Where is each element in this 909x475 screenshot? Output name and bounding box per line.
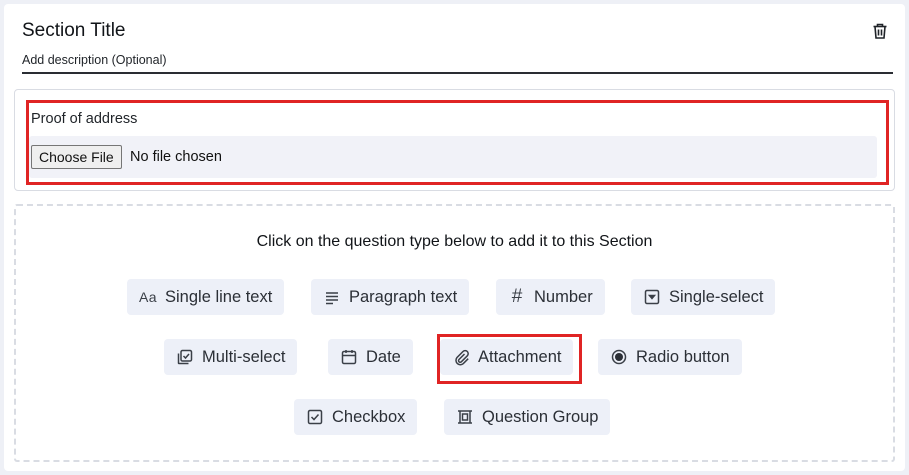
type-radio-button[interactable]: Radio button	[598, 339, 742, 375]
trash-icon[interactable]	[870, 21, 890, 41]
type-number[interactable]: # Number	[496, 279, 605, 315]
question-types-panel: Click on the question type below to add …	[14, 204, 895, 462]
type-label: Single line text	[165, 287, 273, 306]
type-label: Single-select	[669, 287, 764, 306]
file-input-row: Choose File No file chosen	[29, 136, 877, 178]
checkbox-icon	[306, 408, 324, 426]
type-label: Radio button	[636, 347, 730, 366]
multi-check-icon	[176, 348, 194, 366]
aa-text-icon: Aa	[138, 289, 158, 305]
question-label: Proof of address	[31, 111, 138, 127]
type-label: Question Group	[482, 407, 599, 426]
file-status-text: No file chosen	[130, 149, 222, 165]
section-card: Section Title Add description (Optional)…	[4, 4, 905, 471]
type-paragraph-text[interactable]: Paragraph text	[311, 279, 470, 315]
type-label: Multi-select	[202, 347, 286, 366]
description-field[interactable]: Add description (Optional)	[22, 53, 893, 74]
paragraph-lines-icon	[323, 288, 341, 306]
section-title[interactable]: Section Title	[22, 20, 126, 42]
type-label: Checkbox	[332, 407, 406, 426]
type-date[interactable]: Date	[328, 339, 413, 375]
type-label: Paragraph text	[349, 287, 458, 306]
type-single-select[interactable]: Single-select	[631, 279, 776, 315]
type-multi-select[interactable]: Multi-select	[164, 339, 298, 375]
type-question-group[interactable]: Question Group	[444, 399, 611, 435]
question-card: Proof of address Choose File No file cho…	[14, 89, 895, 191]
type-attachment[interactable]: Attachment	[440, 339, 574, 375]
paperclip-icon	[452, 348, 470, 366]
type-label: Number	[534, 287, 593, 306]
hash-icon: #	[511, 286, 523, 307]
group-frame-icon	[456, 408, 474, 426]
type-label: Attachment	[478, 347, 562, 366]
type-single-line-text[interactable]: Aa Single line text	[127, 279, 285, 315]
radio-icon	[610, 348, 628, 366]
type-checkbox[interactable]: Checkbox	[294, 399, 418, 435]
choose-file-button[interactable]: Choose File	[31, 145, 122, 169]
question-types-heading: Click on the question type below to add …	[256, 233, 653, 250]
type-label: Date	[366, 347, 401, 366]
calendar-icon	[340, 348, 358, 366]
dropdown-box-icon	[643, 288, 661, 306]
